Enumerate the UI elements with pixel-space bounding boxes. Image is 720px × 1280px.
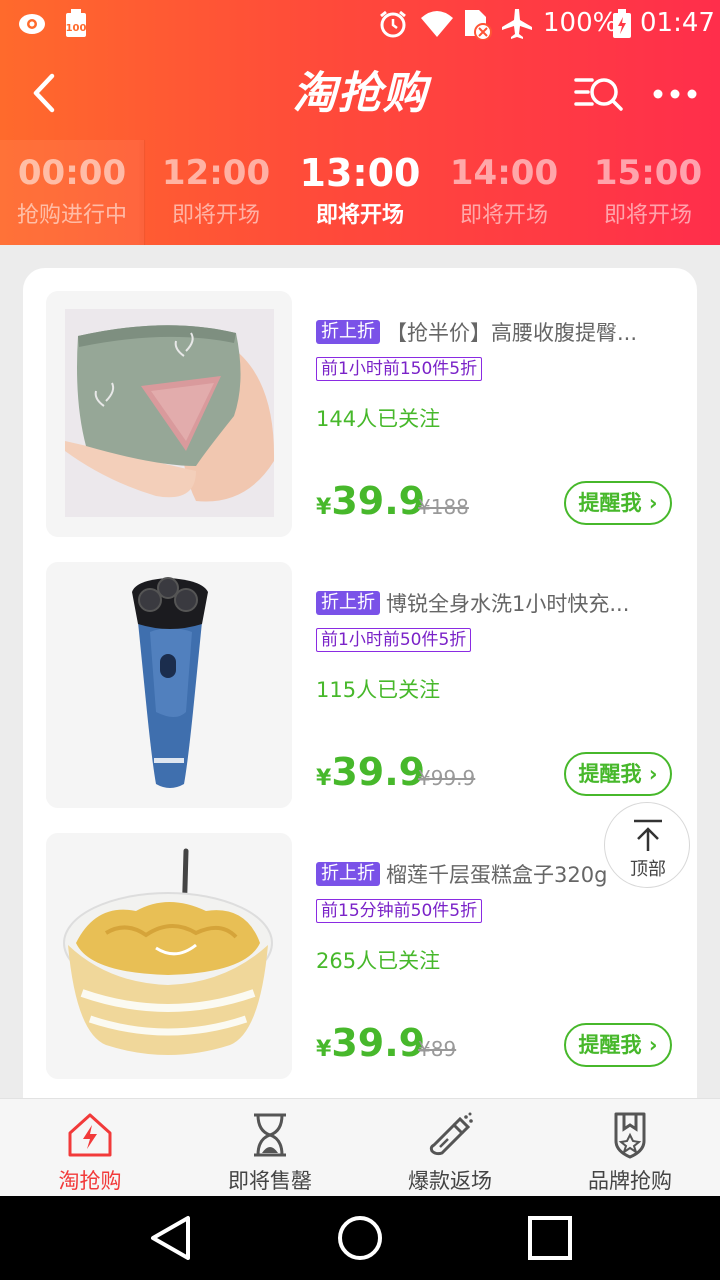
product-title-row[interactable]: 折上折 博锐全身水洗1小时快充... <box>316 588 674 618</box>
search-list-icon[interactable] <box>574 72 624 116</box>
tab-time: 12:00 <box>161 153 271 193</box>
recents-square-icon[interactable] <box>526 1214 574 1262</box>
promo-label: 前15分钟前50件5折 <box>316 899 483 923</box>
title-bar: 淘抢购 <box>0 50 720 140</box>
tab-time: 15:00 <box>593 153 703 193</box>
currency-symbol: ¥ <box>316 1037 332 1062</box>
discount-tag: 折上折 <box>316 862 380 886</box>
product-image[interactable] <box>46 291 292 537</box>
more-dots-icon[interactable] <box>650 72 700 116</box>
chevron-right-icon: › <box>648 491 658 515</box>
page-title: 淘抢购 <box>292 68 428 119</box>
hourglass-icon <box>254 1113 286 1157</box>
sale-price: ¥39.9 <box>316 750 425 794</box>
sale-price: ¥39.9 <box>316 479 425 523</box>
eye-icon <box>19 14 45 34</box>
battery-saver-icon: 100 <box>66 9 87 37</box>
currency-symbol: ¥ <box>316 766 332 791</box>
product-image[interactable] <box>46 833 292 1079</box>
time-tabs: 00:00 抢购进行中 12:00 即将开场 13:00 即将开场 14:00 … <box>0 140 720 245</box>
sale-price: ¥39.9 <box>316 1021 425 1065</box>
arrow-up-icon <box>634 819 662 851</box>
remind-me-button[interactable]: 提醒我 › <box>564 481 672 525</box>
tab-status: 抢购进行中 <box>16 203 127 228</box>
airplane-icon <box>502 9 532 39</box>
back-to-top-button[interactable]: 顶部 <box>604 802 690 888</box>
followers-count: 265人已关注 <box>316 949 441 973</box>
promo-label: 前1小时前50件5折 <box>316 628 472 652</box>
home-circle-icon[interactable] <box>336 1214 384 1262</box>
tab-1200[interactable]: 12:00 即将开场 <box>144 140 288 245</box>
nav-item-taoqianggou[interactable]: 淘抢购 <box>0 1099 180 1197</box>
flash-house-icon <box>68 1113 112 1157</box>
product-title: 【抢半价】高腰收腹提臀... <box>386 321 638 345</box>
tab-1400[interactable]: 14:00 即将开场 <box>432 140 576 245</box>
chevron-right-icon: › <box>648 762 658 786</box>
tab-time: 13:00 <box>299 151 421 195</box>
nav-label: 淘抢购 <box>58 1169 122 1193</box>
tab-status: 即将开场 <box>171 203 260 228</box>
tab-time: 14:00 <box>449 153 559 193</box>
remind-me-button[interactable]: 提醒我 › <box>564 752 672 796</box>
tab-1300[interactable]: 13:00 即将开场 <box>288 140 432 245</box>
status-bar: 100 100% 01:47 <box>0 0 720 50</box>
chevron-right-icon: › <box>648 1033 658 1057</box>
back-triangle-icon[interactable] <box>148 1214 192 1262</box>
clock-time: 01:47 <box>640 8 715 38</box>
bottom-navigation: 淘抢购 即将售罄 爆款返场 品牌抢购 <box>0 1098 720 1196</box>
discount-tag: 折上折 <box>316 320 380 344</box>
remind-label: 提醒我 <box>578 762 642 786</box>
battery-percent: 100% <box>543 8 618 38</box>
price-value: 39.9 <box>331 750 426 794</box>
svg-text:100: 100 <box>66 23 87 34</box>
tab-status: 即将开场 <box>459 203 548 228</box>
tab-time: 00:00 <box>17 153 127 193</box>
product-item[interactable]: 折上折 榴莲千层蛋糕盒子320g 前15分钟前50件5折 265人已关注 ¥39.… <box>46 833 674 1081</box>
product-title: 榴莲千层蛋糕盒子320g <box>386 863 608 887</box>
product-title: 博锐全身水洗1小时快充... <box>386 592 630 616</box>
spray-bottle-icon <box>429 1112 473 1156</box>
followers-count: 115人已关注 <box>316 678 441 702</box>
nav-label: 即将售罄 <box>228 1169 312 1193</box>
tab-status: 即将开场 <box>603 203 692 228</box>
tab-1500[interactable]: 15:00 即将开场 <box>576 140 720 245</box>
nav-item-selling-out[interactable]: 即将售罄 <box>180 1099 360 1197</box>
back-arrow-icon[interactable] <box>26 68 66 118</box>
tab-0000[interactable]: 00:00 抢购进行中 <box>0 140 144 245</box>
product-item[interactable]: 折上折 【抢半价】高腰收腹提臀... 前1小时前150件5折 144人已关注 ¥3… <box>46 291 674 539</box>
back-to-top-label: 顶部 <box>630 859 666 880</box>
nav-label: 爆款返场 <box>408 1169 492 1193</box>
price-value: 39.9 <box>331 1021 426 1065</box>
nav-label: 品牌抢购 <box>588 1169 672 1193</box>
original-price: ¥99.9 <box>418 766 476 790</box>
remind-label: 提醒我 <box>578 491 642 515</box>
electric-shaver-photo <box>46 562 292 808</box>
sim-icon <box>465 10 492 40</box>
promo-label: 前1小时前150件5折 <box>316 357 483 381</box>
battery-icon <box>613 9 631 38</box>
tab-status: 即将开场 <box>315 203 404 228</box>
alarm-icon <box>380 10 406 38</box>
price-value: 39.9 <box>331 479 426 523</box>
durian-cake-photo <box>46 833 292 1079</box>
product-item[interactable]: 折上折 博锐全身水洗1小时快充... 前1小时前50件5折 115人已关注 ¥39… <box>46 562 674 810</box>
underwear-photo <box>65 309 275 517</box>
remind-me-button[interactable]: 提醒我 › <box>564 1023 672 1067</box>
followers-count: 144人已关注 <box>316 407 441 431</box>
product-info: 折上折 【抢半价】高腰收腹提臀... 前1小时前150件5折 144人已关注 ¥3… <box>316 291 674 537</box>
remind-label: 提醒我 <box>578 1033 642 1057</box>
original-price: ¥188 <box>418 495 469 519</box>
system-navigation-bar <box>0 1196 720 1280</box>
original-price: ¥89 <box>418 1037 457 1061</box>
wifi-icon <box>421 11 453 37</box>
discount-tag: 折上折 <box>316 591 380 615</box>
nav-item-brand-sale[interactable]: 品牌抢购 <box>540 1099 720 1197</box>
product-info: 折上折 博锐全身水洗1小时快充... 前1小时前50件5折 115人已关注 ¥39… <box>316 562 674 808</box>
currency-symbol: ¥ <box>316 495 332 520</box>
product-image[interactable] <box>46 562 292 808</box>
brand-badge-icon <box>614 1112 646 1159</box>
nav-item-hot-return[interactable]: 爆款返场 <box>360 1099 540 1197</box>
product-title-row[interactable]: 折上折 【抢半价】高腰收腹提臀... <box>316 317 674 347</box>
